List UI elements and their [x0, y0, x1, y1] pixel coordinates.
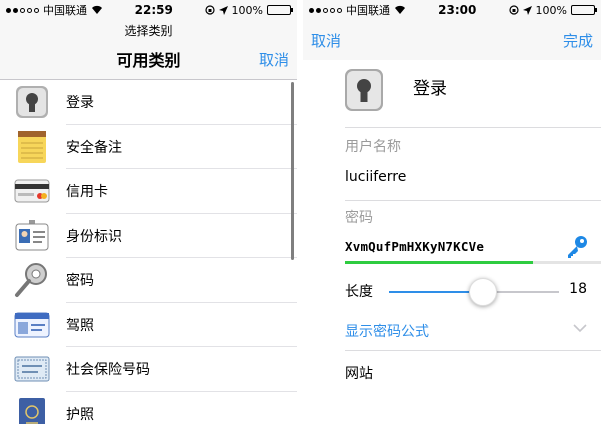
length-label: 长度 [345, 284, 373, 300]
website-label[interactable]: 网站 [345, 363, 373, 383]
key-icon [14, 262, 50, 298]
chevron-down-icon[interactable] [573, 323, 587, 333]
passport-icon [14, 396, 50, 424]
social-security-card-icon [14, 351, 50, 387]
battery-icon [571, 5, 597, 15]
clock: 22:59 [134, 3, 173, 17]
status-left: 中国联通 [6, 2, 103, 18]
battery-percent: 100% [231, 3, 263, 17]
category-item-passport[interactable]: 护照 [0, 392, 297, 424]
notepad-icon [14, 129, 50, 165]
status-bar: 中国联通 23:00 100% [303, 0, 601, 20]
username-value[interactable]: luciiferre [345, 169, 406, 185]
item-header: 登录 [303, 60, 601, 128]
category-item-credit-card[interactable]: 信用卡 [0, 169, 297, 214]
page-title: 可用类别 [116, 51, 181, 70]
orientation-lock-icon [204, 5, 215, 15]
left-nav-bar: 可用类别 取消 [0, 39, 297, 79]
category-item-driver-license[interactable]: 驾照 [0, 303, 297, 348]
password-value[interactable]: XvmQufPmHXKyN7KCVe [345, 239, 484, 254]
password-strength-track [533, 261, 601, 264]
key-icon[interactable] [565, 235, 589, 259]
show-formula-row[interactable]: 显示密码公式 [303, 313, 601, 351]
password-field[interactable]: XvmQufPmHXKyN7KCVe [303, 231, 601, 271]
status-bar: 中国联通 22:59 100% [0, 0, 297, 20]
wifi-icon [92, 5, 102, 15]
category-item-login[interactable]: 登录 [0, 80, 297, 125]
location-icon [218, 5, 228, 15]
status-right: 100% [204, 3, 293, 17]
category-label: 安全备注 [66, 139, 122, 156]
length-slider[interactable] [389, 278, 559, 306]
password-label: 密码 [345, 210, 373, 226]
item-title[interactable]: 登录 [413, 74, 447, 99]
category-item-social-security[interactable]: 社会保险号码 [0, 347, 297, 392]
length-value: 18 [569, 281, 587, 297]
category-label: 护照 [66, 406, 94, 423]
left-header: 中国联通 22:59 100% 选择类别 可用类别 取消 [0, 0, 297, 80]
password-strength-bar [345, 261, 533, 264]
website-row[interactable]: 网站 [303, 351, 601, 395]
scrollbar[interactable] [291, 82, 294, 260]
right-nav-bar: 取消 完成 [303, 20, 601, 60]
right-header: 中国联通 23:00 100% 取消 完成 [303, 0, 601, 60]
battery-icon [267, 5, 293, 15]
category-picker-screen: 中国联通 22:59 100% 选择类别 可用类别 取消 登录 安全备注 信用卡… [0, 0, 297, 424]
orientation-lock-icon [508, 5, 519, 15]
status-right: 100% [508, 3, 597, 17]
safe-lock-icon [14, 84, 50, 120]
cancel-button[interactable]: 取消 [311, 30, 341, 51]
done-button[interactable]: 完成 [563, 30, 593, 51]
length-row: 长度 18 [303, 271, 601, 313]
status-left: 中国联通 [309, 2, 406, 18]
category-label: 身份标识 [66, 228, 122, 245]
category-label: 密码 [66, 273, 94, 290]
wifi-icon [395, 5, 405, 15]
safe-lock-icon [345, 69, 383, 111]
category-label: 登录 [66, 95, 94, 112]
category-item-password[interactable]: 密码 [0, 258, 297, 303]
category-label: 信用卡 [66, 184, 108, 201]
clock: 23:00 [438, 3, 477, 17]
password-label-row: 密码 [303, 201, 601, 231]
signal-icon [309, 7, 342, 13]
category-item-secure-note[interactable]: 安全备注 [0, 125, 297, 170]
cancel-button[interactable]: 取消 [259, 49, 289, 70]
nav-prompt: 选择类别 [124, 24, 173, 38]
category-list: 登录 安全备注 信用卡 身份标识 密码 驾照 社会保险号码 护照 [0, 80, 297, 424]
slider-thumb[interactable] [468, 278, 497, 306]
carrier-label: 中国联通 [346, 4, 390, 17]
location-icon [522, 5, 532, 15]
battery-percent: 100% [535, 3, 567, 17]
category-label: 驾照 [66, 317, 94, 334]
signal-icon [6, 7, 39, 13]
username-label-row: 用户名称 [303, 128, 601, 161]
login-editor-screen: 中国联通 23:00 100% 取消 完成 登录 用户名称 luciiferre… [303, 0, 601, 424]
username-field[interactable]: luciiferre [303, 161, 601, 201]
driver-license-icon [14, 307, 50, 343]
id-badge-icon [14, 218, 50, 254]
category-label: 社会保险号码 [66, 362, 150, 379]
show-formula-link[interactable]: 显示密码公式 [345, 321, 429, 341]
username-label: 用户名称 [345, 139, 401, 155]
category-item-identity[interactable]: 身份标识 [0, 214, 297, 259]
carrier-label: 中国联通 [43, 4, 87, 17]
credit-card-icon [14, 173, 50, 209]
